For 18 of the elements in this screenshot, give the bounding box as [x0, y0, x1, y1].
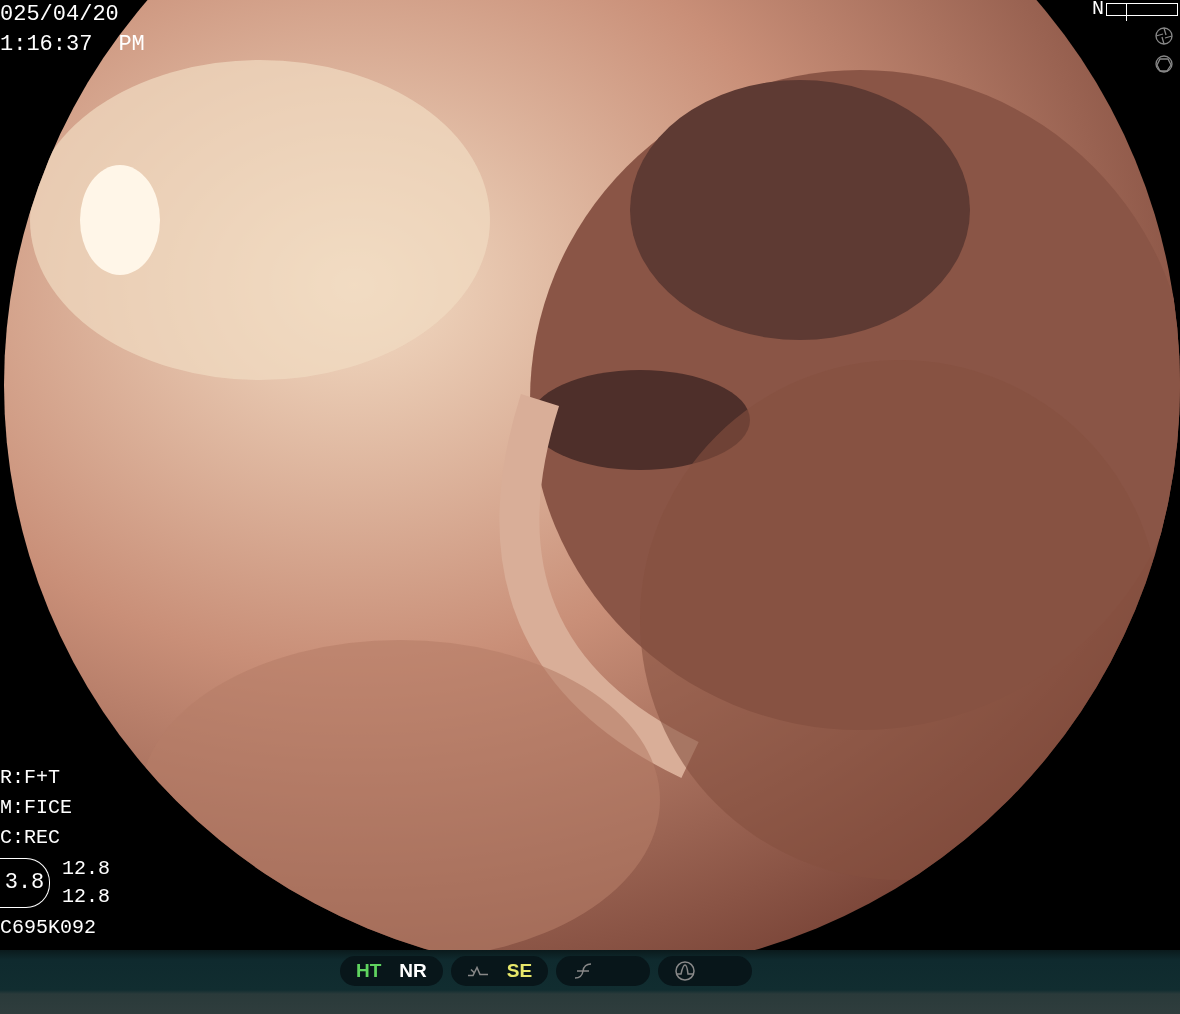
mode-label: HT — [356, 960, 382, 982]
reading-text: 12.8 — [62, 856, 110, 882]
gauge-label: N — [1092, 0, 1104, 18]
mode-label: NR — [399, 960, 427, 982]
settings-text: C:REC — [0, 825, 61, 851]
aperture-icon — [1154, 26, 1174, 46]
curve-icon — [466, 965, 489, 977]
aperture-icon — [1154, 54, 1174, 74]
date-text: 025/04/20 — [0, 1, 120, 29]
mode-label: SE — [506, 960, 533, 982]
wave-icon — [674, 960, 697, 982]
time-text: 1:16:37 — [0, 31, 93, 59]
code-text: C695K092 — [0, 915, 97, 941]
settings-text: R:F+T — [0, 765, 61, 791]
reading-text: 12.8 — [62, 884, 110, 910]
meridiem-text: PM — [118, 31, 145, 59]
value-badge: 3.8 — [0, 858, 50, 908]
settings-text: M:FICE — [0, 795, 73, 821]
